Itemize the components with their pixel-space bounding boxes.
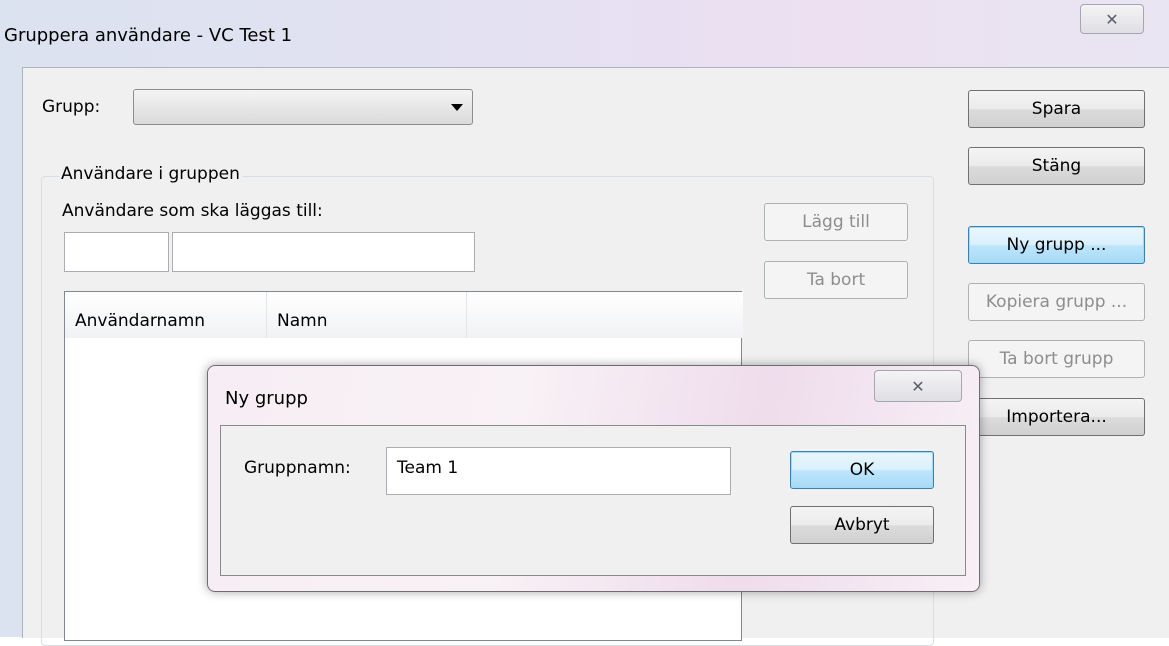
- cancel-button[interactable]: Avbryt: [790, 506, 934, 544]
- name-input[interactable]: [172, 232, 475, 272]
- copy-group-button[interactable]: Kopiera grupp ...: [968, 283, 1145, 321]
- window-close-button[interactable]: ✕: [1080, 4, 1144, 34]
- close-icon: ✕: [911, 376, 925, 396]
- new-group-dialog: Ny grupp ✕ Gruppnamn: Team 1 OK Avbryt: [207, 365, 980, 592]
- users-groupbox-title: Användare i gruppen: [59, 164, 242, 184]
- column-header-name[interactable]: Namn: [267, 292, 467, 338]
- new-group-dialog-title: Ny grupp: [225, 388, 308, 409]
- users-list-header: Användarnamn Namn: [65, 292, 743, 338]
- chevron-down-icon: [451, 104, 463, 111]
- group-label: Grupp:: [42, 97, 101, 117]
- close-icon: ✕: [1105, 9, 1119, 29]
- save-button[interactable]: Spara: [968, 90, 1145, 128]
- delete-group-button[interactable]: Ta bort grupp: [968, 340, 1145, 378]
- username-input[interactable]: [64, 232, 169, 272]
- window-title: Gruppera användare - VC Test 1: [4, 25, 293, 46]
- new-group-dialog-body: Gruppnamn: Team 1 OK Avbryt: [220, 425, 966, 576]
- close-button[interactable]: Stäng: [968, 147, 1145, 185]
- group-combobox[interactable]: [133, 89, 473, 125]
- group-name-input[interactable]: Team 1: [386, 447, 731, 495]
- users-to-add-label: Användare som ska läggas till:: [62, 201, 323, 221]
- group-name-label: Gruppnamn:: [244, 458, 351, 478]
- remove-button[interactable]: Ta bort: [764, 261, 908, 299]
- new-group-button[interactable]: Ny grupp ...: [968, 226, 1145, 264]
- ok-button[interactable]: OK: [790, 451, 934, 489]
- new-group-close-button[interactable]: ✕: [874, 370, 962, 402]
- import-button[interactable]: Importera...: [968, 398, 1145, 436]
- add-button[interactable]: Lägg till: [764, 203, 908, 241]
- column-header-username[interactable]: Användarnamn: [65, 292, 267, 338]
